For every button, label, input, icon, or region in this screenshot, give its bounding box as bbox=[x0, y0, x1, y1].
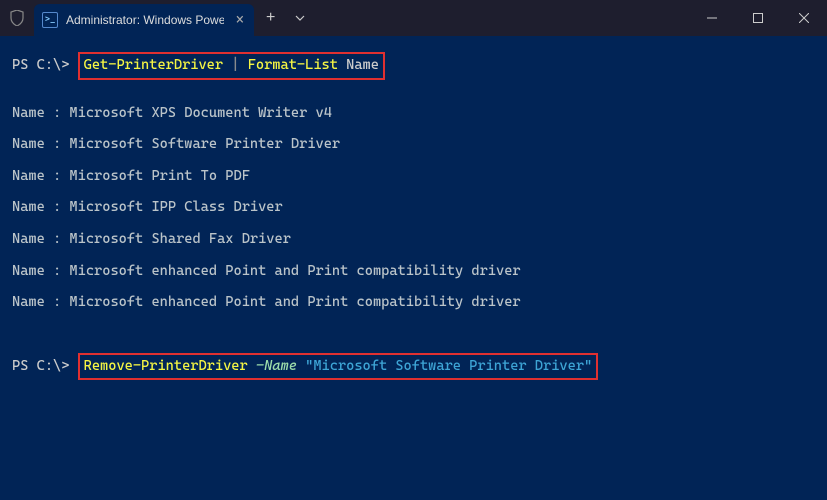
tab-title: Administrator: Windows Powe bbox=[66, 13, 224, 27]
maximize-button[interactable] bbox=[735, 0, 781, 36]
window-controls bbox=[689, 0, 827, 36]
command-line-1: PS C:\> Get-PrinterDriver | Format-List … bbox=[12, 52, 815, 80]
output-block: Name : Microsoft XPS Document Writer v4 … bbox=[12, 104, 815, 313]
shield-icon bbox=[8, 9, 26, 27]
output-line: Name : Microsoft Shared Fax Driver bbox=[12, 230, 815, 250]
output-line: Name : Microsoft Software Printer Driver bbox=[12, 135, 815, 155]
powershell-icon: >_ bbox=[42, 12, 58, 28]
titlebar: >_ Administrator: Windows Powe × + bbox=[0, 0, 827, 36]
cmdlet: Get-PrinterDriver bbox=[84, 57, 223, 73]
titlebar-left: >_ Administrator: Windows Powe × + bbox=[8, 0, 313, 36]
command-highlight-2: Remove-PrinterDriver -Name "Microsoft So… bbox=[78, 353, 599, 381]
minimize-button[interactable] bbox=[689, 0, 735, 36]
terminal-content[interactable]: PS C:\> Get-PrinterDriver | Format-List … bbox=[0, 36, 827, 402]
output-line: Name : Microsoft enhanced Point and Prin… bbox=[12, 293, 815, 313]
output-line: Name : Microsoft XPS Document Writer v4 bbox=[12, 104, 815, 124]
parameter: -Name bbox=[248, 358, 305, 374]
tab-close-button[interactable]: × bbox=[236, 12, 244, 28]
cmdlet: Format-List bbox=[248, 57, 338, 73]
tab-dropdown-button[interactable] bbox=[287, 13, 313, 24]
close-button[interactable] bbox=[781, 0, 827, 36]
new-tab-button[interactable]: + bbox=[254, 9, 287, 27]
active-tab[interactable]: >_ Administrator: Windows Powe × bbox=[34, 4, 254, 36]
prompt: PS C:\> bbox=[12, 357, 69, 377]
output-line: Name : Microsoft IPP Class Driver bbox=[12, 198, 815, 218]
output-line: Name : Microsoft enhanced Point and Prin… bbox=[12, 262, 815, 282]
command-highlight-1: Get-PrinterDriver | Format-List Name bbox=[78, 52, 385, 80]
prompt: PS C:\> bbox=[12, 56, 69, 76]
command-line-2: PS C:\> Remove-PrinterDriver -Name "Micr… bbox=[12, 353, 815, 381]
string-value: "Microsoft Software Printer Driver" bbox=[305, 358, 592, 374]
output-line: Name : Microsoft Print To PDF bbox=[12, 167, 815, 187]
cmdlet: Remove-PrinterDriver bbox=[84, 358, 248, 374]
